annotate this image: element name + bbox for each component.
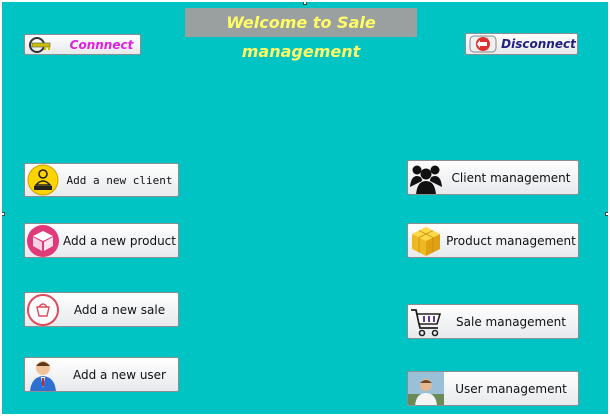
- connect-label: Connnect: [69, 37, 134, 52]
- user-management-label: User management: [455, 381, 567, 396]
- add-sale-button[interactable]: Add a new sale: [24, 292, 179, 327]
- disconnect-button[interactable]: Disconnect: [465, 33, 578, 55]
- client-management-label: Client management: [451, 170, 571, 185]
- user-management-button[interactable]: User management: [407, 371, 579, 406]
- add-client-button[interactable]: Add a new client: [24, 163, 179, 197]
- add-product-label: Add a new product: [63, 233, 176, 248]
- disconnect-label: Disconnect: [501, 37, 576, 51]
- product-management-button[interactable]: Product management: [407, 223, 579, 258]
- shopping-basket-icon: [25, 293, 61, 326]
- product-box-icon: [25, 224, 61, 257]
- resize-handle-right[interactable]: [605, 212, 608, 216]
- resize-handle-left[interactable]: [2, 212, 5, 216]
- user-add-icon: [25, 358, 61, 391]
- resize-handle-top[interactable]: [303, 2, 307, 5]
- client-management-button[interactable]: Client management: [407, 160, 579, 195]
- product-cube-icon: [408, 224, 444, 257]
- sale-management-label: Sale management: [456, 314, 566, 329]
- connect-button[interactable]: Connnect: [24, 34, 141, 55]
- shopping-cart-icon: [408, 305, 444, 338]
- sale-management-button[interactable]: Sale management: [407, 304, 579, 339]
- add-client-label: Add a new client: [66, 173, 173, 187]
- add-user-button[interactable]: Add a new user: [24, 357, 179, 392]
- add-sale-label: Add a new sale: [73, 302, 166, 317]
- key-icon: [25, 35, 63, 54]
- product-management-label: Product management: [446, 233, 576, 248]
- add-user-label: Add a new user: [72, 367, 166, 382]
- main-window: Welcome to Sale management Connnect Disc…: [2, 2, 608, 414]
- page-title: Welcome to Sale management: [185, 8, 417, 61]
- exit-door-icon: [466, 34, 500, 54]
- clients-group-icon: [408, 161, 444, 194]
- user-photo-icon: [408, 372, 444, 405]
- client-badge-icon: [25, 164, 61, 196]
- add-product-button[interactable]: Add a new product: [24, 223, 179, 258]
